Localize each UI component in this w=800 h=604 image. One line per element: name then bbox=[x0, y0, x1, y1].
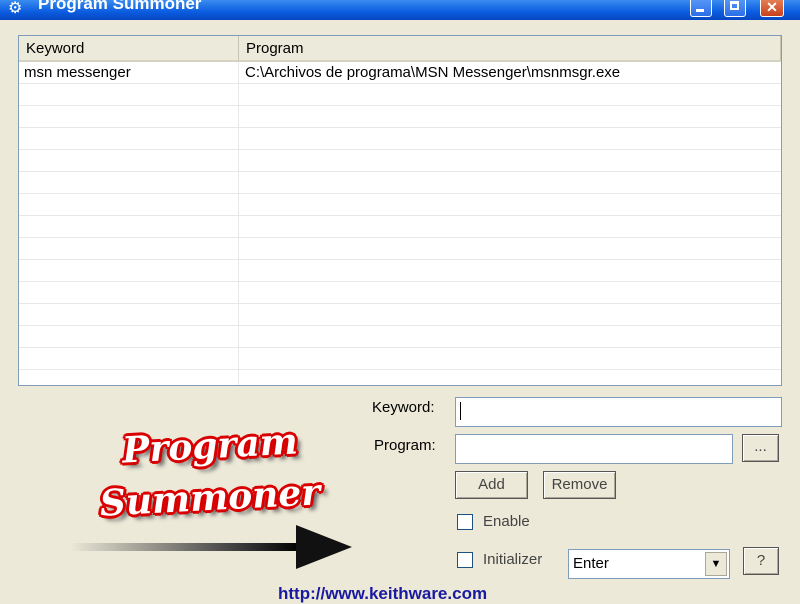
enable-checkbox[interactable] bbox=[457, 514, 473, 530]
logo-line-1: Program bbox=[121, 420, 299, 472]
logo-line-2: Summoner bbox=[98, 471, 322, 525]
text-caret bbox=[460, 402, 461, 420]
app-icon[interactable]: ⚙ bbox=[8, 0, 22, 18]
add-button[interactable]: Add bbox=[455, 471, 528, 499]
minimize-button[interactable] bbox=[690, 0, 712, 17]
close-icon bbox=[761, 0, 783, 16]
row-program: C:\Archivos de programa\MSN Messenger\ms… bbox=[245, 64, 621, 81]
remove-button[interactable]: Remove bbox=[543, 471, 616, 499]
program-label: Program: bbox=[374, 437, 436, 454]
table-row[interactable]: msn messenger C:\Archivos de programa\MS… bbox=[19, 62, 781, 84]
keyword-list[interactable]: Keyword Program msn messenger C:\Archivo… bbox=[18, 35, 782, 386]
enable-label[interactable]: Enable bbox=[483, 513, 530, 530]
column-header-program[interactable]: Program bbox=[239, 36, 781, 60]
program-input[interactable] bbox=[455, 434, 733, 464]
keyword-label: Keyword: bbox=[372, 399, 435, 416]
browse-button[interactable]: ... bbox=[742, 434, 779, 462]
chevron-down-icon[interactable]: ▼ bbox=[705, 552, 727, 576]
column-header-keyword[interactable]: Keyword bbox=[19, 36, 239, 60]
initializer-value: Enter bbox=[573, 555, 609, 572]
title-bar[interactable]: ⚙ Program Summoner bbox=[0, 0, 800, 20]
maximize-button[interactable] bbox=[724, 0, 746, 17]
maximize-icon bbox=[725, 0, 745, 16]
initializer-checkbox[interactable] bbox=[457, 552, 473, 568]
arrow-shaft bbox=[70, 543, 300, 551]
window-title: Program Summoner bbox=[38, 0, 202, 13]
close-button[interactable] bbox=[760, 0, 784, 17]
help-button[interactable]: ? bbox=[743, 547, 779, 575]
initializer-select[interactable]: Enter ▼ bbox=[568, 549, 730, 579]
list-header: Keyword Program bbox=[19, 36, 781, 62]
list-body[interactable]: msn messenger C:\Archivos de programa\MS… bbox=[19, 62, 781, 385]
arrow-icon bbox=[296, 525, 352, 569]
website-link[interactable]: http://www.keithware.com bbox=[278, 584, 487, 604]
row-keyword: msn messenger bbox=[24, 64, 131, 81]
program-summoner-logo: Program Summoner bbox=[60, 420, 360, 585]
initializer-label[interactable]: Initializer bbox=[483, 551, 542, 568]
keyword-input[interactable] bbox=[455, 397, 782, 427]
minimize-icon bbox=[691, 0, 711, 16]
